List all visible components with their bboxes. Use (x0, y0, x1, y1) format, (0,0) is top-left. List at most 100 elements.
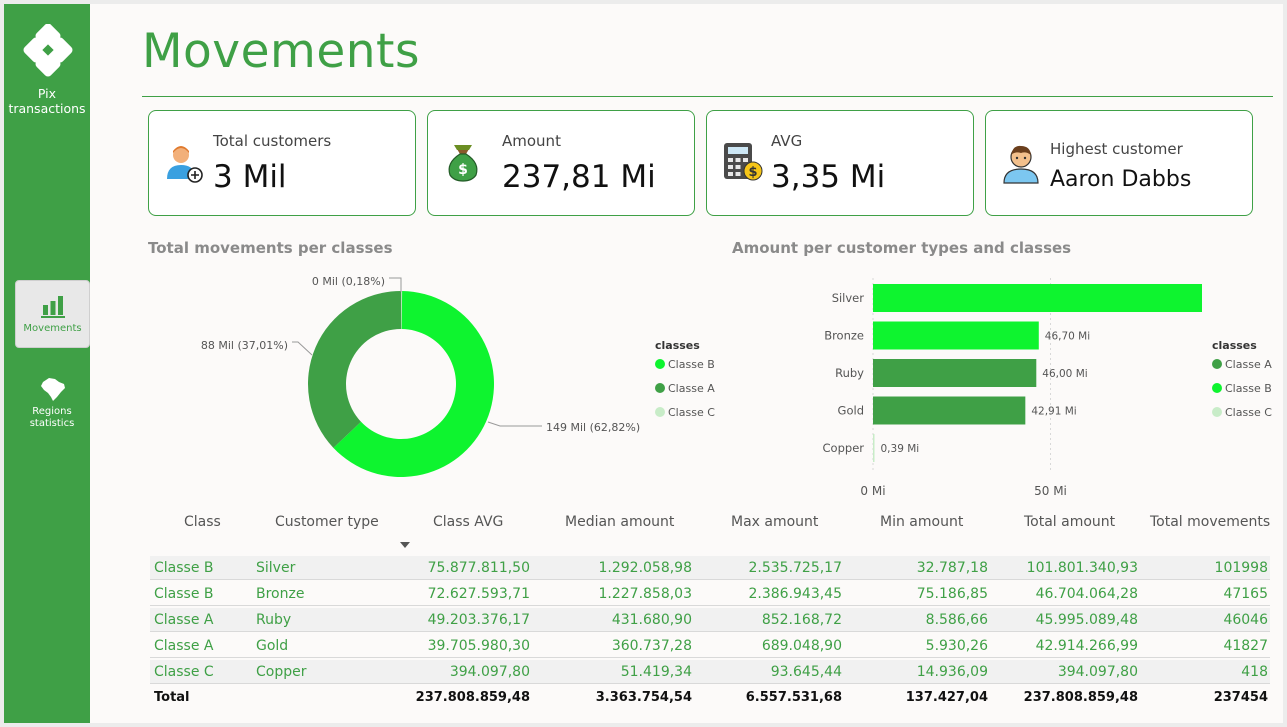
page-title: Movements (142, 24, 420, 79)
legend-dot (655, 383, 665, 393)
column-header[interactable]: Median amount (565, 514, 674, 530)
table-cell: 42.914.266,99 (1035, 638, 1138, 654)
dashboard: Pix transactions Movements Regions stati… (0, 0, 1287, 727)
legend-title: classes (655, 339, 700, 352)
table-row[interactable]: Classe B Silver 75.877.811,50 1.292.058,98 2… (150, 556, 1270, 580)
kpi-value: Aaron Dabbs (1050, 167, 1192, 192)
table-cell: 93.645,44 (770, 664, 842, 680)
sort-desc-icon[interactable] (400, 542, 410, 548)
table-cell: 1.292.058,98 (598, 560, 692, 576)
table-cell: 75.877.811,50 (427, 560, 530, 576)
legend-label: Classe C (668, 406, 715, 419)
column-header[interactable]: Total movements (1150, 514, 1270, 530)
table-cell: 360.737,28 (611, 638, 692, 654)
bar-chart-title: Amount per customer types and classes (732, 239, 1072, 257)
table-row[interactable]: Classe A Ruby 49.203.376,17 431.680,90 852.1… (150, 608, 1270, 632)
legend-label: Classe C (1225, 406, 1272, 419)
table-cell: 72.627.593,71 (427, 586, 530, 602)
table-cell: 689.048,90 (761, 638, 842, 654)
table-cell: 2.535.725,17 (748, 560, 842, 576)
table-cell: 2.386.943,45 (748, 586, 842, 602)
donut-data-label: 149 Mil (62,82%) (546, 421, 640, 434)
table-total-row[interactable]: Total 237.808.859,48 3.363.754,54 6.557.531… (150, 686, 1270, 710)
y-category-label: Copper (823, 441, 865, 455)
legend-item[interactable]: Classe C (655, 406, 715, 430)
table-cell: 6.557.531,68 (745, 690, 842, 705)
table-row[interactable]: Classe B Bronze 72.627.593,71 1.227.858,03 2… (150, 582, 1270, 606)
table-cell: 3.363.754,54 (595, 690, 692, 705)
table-cell: Classe A (154, 612, 214, 628)
y-category-label: Ruby (835, 366, 864, 380)
table-cell: Bronze (256, 586, 305, 602)
table-cell: 49.203.376,17 (427, 612, 530, 628)
column-header[interactable]: Class AVG (433, 514, 503, 530)
donut-chart-title: Total movements per classes (148, 239, 393, 257)
sidebar: Pix transactions Movements Regions stati… (4, 4, 90, 723)
table-cell: Total (154, 690, 190, 705)
kpi-label: Highest customer (1050, 140, 1183, 158)
table-cell: 5.930,26 (925, 638, 988, 654)
legend-item[interactable]: Classe A (655, 382, 715, 406)
calculator-icon: $ (724, 143, 763, 181)
nav-movements[interactable]: Movements (15, 280, 90, 348)
x-tick-label: 50 Mi (1034, 484, 1067, 498)
bar-value-label: 42,91 Mi (1031, 406, 1076, 418)
table-cell: 46.704.064,28 (1035, 586, 1138, 602)
bar[interactable] (873, 321, 1039, 350)
legend-item[interactable]: Classe B (1212, 382, 1272, 406)
table-cell: 8.586,66 (925, 612, 988, 628)
legend-item[interactable]: Classe A (1212, 358, 1272, 382)
table-cell: Silver (256, 560, 296, 576)
legend-dot (1212, 359, 1222, 369)
bar[interactable] (873, 359, 1037, 387)
bar[interactable] (873, 284, 1202, 312)
column-header[interactable]: Max amount (731, 514, 818, 530)
main-content: Movements Total customers 3 Mil $ Amount (90, 4, 1283, 723)
y-category-label: Silver (832, 291, 865, 305)
column-header[interactable]: Min amount (880, 514, 963, 530)
legend-dot (655, 407, 665, 417)
table-row[interactable]: Classe C Copper 394.097,80 51.419,34 93.645,… (150, 660, 1270, 684)
kpi-avg: $ AVG 3,35 Mi (706, 110, 974, 216)
legend-title: classes (1212, 339, 1257, 352)
legend-item[interactable]: Classe B (655, 358, 715, 382)
kpi-total-customers: Total customers 3 Mil (148, 110, 416, 216)
legend-label: Classe B (1225, 382, 1272, 395)
nav-movements-label: Movements (23, 323, 82, 334)
bar[interactable] (873, 396, 1026, 425)
leader-line (292, 341, 313, 356)
table-cell: 237454 (1213, 690, 1268, 705)
column-header[interactable]: Total amount (1024, 514, 1115, 530)
legend-dot (655, 359, 665, 369)
bar-chart: 0 Mi50 Mi100 MiSilver101,80 MiBronze46,7… (823, 278, 1202, 498)
donut-data-label: 0 Mil (0,18%) (312, 275, 385, 288)
x-tick-label: 0 Mi (860, 484, 885, 498)
table-cell: Gold (256, 638, 289, 654)
table-row[interactable]: Classe A Gold 39.705.980,30 360.737,28 689.0… (150, 634, 1270, 658)
title-divider (142, 96, 1273, 97)
legend-dot (1212, 407, 1222, 417)
bar-value-label: 46,70 Mi (1045, 331, 1090, 343)
y-category-label: Bronze (824, 329, 864, 343)
table-cell: 101998 (1214, 560, 1268, 576)
donut-slice[interactable] (308, 291, 402, 448)
column-header[interactable]: Class (184, 514, 221, 530)
kpi-label: Total customers (213, 132, 332, 150)
y-category-label: Gold (838, 404, 864, 418)
nav-regions[interactable]: Regions statistics (15, 376, 90, 436)
table-cell: 101.801.340,93 (1026, 560, 1138, 576)
table-cell: 75.186,85 (916, 586, 988, 602)
table-cell: 14.936,09 (916, 664, 988, 680)
kpi-amount: $ Amount 237,81 Mi (427, 110, 695, 216)
legend-item[interactable]: Classe C (1212, 406, 1272, 430)
bar[interactable] (873, 434, 875, 462)
column-header[interactable]: Customer type (275, 514, 379, 530)
leader-line (487, 421, 542, 427)
table-cell: 45.995.089,48 (1035, 612, 1138, 628)
donut-chart: 149 Mil (62,82%) 88 Mil (37,01%) 0 Mil (0,… (201, 275, 640, 477)
table-cell: Classe C (154, 664, 214, 680)
person-icon (1003, 145, 1039, 184)
kpi-label: Amount (502, 132, 561, 150)
legend-label: Classe A (668, 382, 715, 395)
table-cell: 418 (1241, 664, 1268, 680)
